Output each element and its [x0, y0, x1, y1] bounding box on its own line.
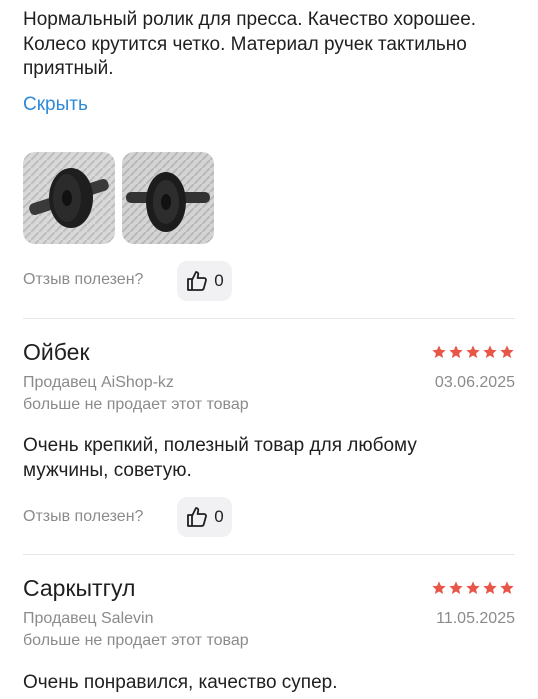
review-date: 03.06.2025: [434, 374, 515, 391]
star-icon: [483, 345, 497, 358]
star-icon: [432, 581, 446, 594]
review-text: Очень крепкий, полезный товар для любому…: [23, 435, 417, 481]
divider: [23, 318, 515, 319]
review-photo-1[interactable]: [23, 152, 115, 244]
like-button[interactable]: 0: [177, 261, 232, 301]
thumbs-up-icon: [187, 507, 208, 527]
like-count: 0: [214, 271, 224, 290]
helpful-label: Отзыв полезен?: [23, 271, 144, 288]
like-button[interactable]: 0: [177, 497, 232, 537]
rating-stars: [431, 580, 515, 596]
star-icon: [432, 345, 446, 358]
seller-note: больше не продает этот товар: [23, 396, 249, 413]
star-icon: [500, 345, 514, 358]
star-icon: [466, 345, 480, 358]
divider: [23, 554, 515, 555]
hide-link[interactable]: Скрыть: [23, 94, 88, 116]
rating-stars: [431, 344, 515, 360]
review-author: Саркытгул: [23, 575, 136, 601]
helpful-label: Отзыв полезен?: [23, 508, 144, 525]
seller-name: Продавец Salevin: [23, 610, 154, 627]
star-icon: [449, 345, 463, 358]
seller-note: больше не продает этот товар: [23, 632, 249, 649]
star-icon: [500, 581, 514, 594]
review-date: 11.05.2025: [436, 610, 515, 627]
reviews-page: Нормальный ролик для пресса. Качество хо…: [0, 0, 538, 699]
star-icon: [449, 581, 463, 594]
review-author: Ойбек: [23, 339, 90, 365]
like-count: 0: [214, 507, 224, 526]
seller-name: Продавец AiShop-kz: [23, 374, 174, 391]
ab-roller-photo: [122, 152, 214, 244]
review-text: Очень понравился, качество супер.: [23, 672, 338, 693]
ab-roller-photo: [23, 152, 115, 244]
star-icon: [466, 581, 480, 594]
thumbs-up-icon: [187, 271, 208, 291]
review-photo-2[interactable]: [122, 152, 214, 244]
review-text: Нормальный ролик для пресса. Качество хо…: [23, 9, 477, 79]
star-icon: [483, 581, 497, 594]
